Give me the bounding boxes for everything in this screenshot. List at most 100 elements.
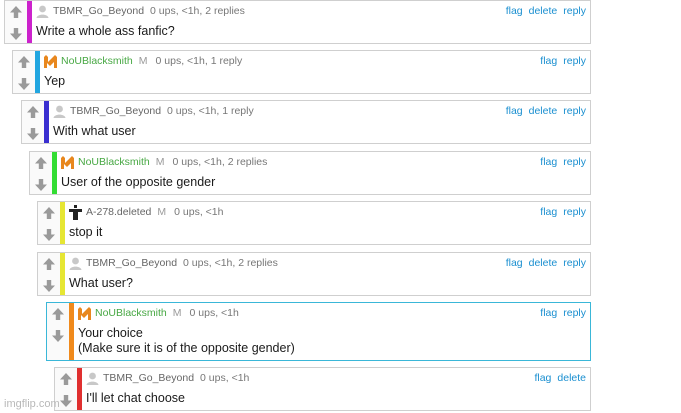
delete-link[interactable]: delete [529,257,558,269]
comment-text-line: I'll let chat choose [86,391,185,405]
flag-link[interactable]: flag [534,372,551,384]
upvote-arrow-icon[interactable] [40,254,58,274]
flag-link[interactable]: flag [506,105,523,117]
username-link[interactable]: NoUBlacksmith [95,307,167,319]
downvote-arrow-icon[interactable] [24,124,42,144]
depth-color-bar [60,202,65,244]
downvote-arrow-icon[interactable] [49,326,67,346]
comment-actions: flag delete [528,372,586,385]
flag-link[interactable]: flag [506,257,523,269]
comment-meta: 0 ups, <1h [174,206,224,218]
comment-meta: 0 ups, <1h, 2 replies [183,257,278,269]
depth-color-bar [69,303,74,360]
default-avatar-icon[interactable] [68,256,83,271]
comment-text-line: Yep [44,74,66,88]
upvote-arrow-icon[interactable] [49,304,67,324]
comment: TBMR_Go_Beyond 0 ups, <1h, 2 replies flag d… [37,252,591,296]
downvote-arrow-icon[interactable] [7,24,25,44]
reply-link[interactable]: reply [563,55,586,67]
username-link[interactable]: TBMR_Go_Beyond [103,372,194,384]
upvote-arrow-icon[interactable] [32,153,50,173]
comment-header: TBMR_Go_Beyond 0 ups, <1h, 2 replies [53,5,245,18]
depth-color-bar [77,368,82,410]
downvote-arrow-icon[interactable] [40,225,58,245]
flag-link[interactable]: flag [540,206,557,218]
delete-link[interactable]: delete [529,105,558,117]
comment-header: A-278.deleted M 0 ups, <1h [86,206,223,219]
comment-actions: flag delete reply [500,105,586,118]
vote-column [13,51,36,93]
reply-link[interactable]: reply [563,257,586,269]
depth-color-bar [52,152,57,194]
username-link[interactable]: TBMR_Go_Beyond [53,5,144,17]
upvote-arrow-icon[interactable] [24,102,42,122]
mod-badge: M [138,55,148,67]
username-link[interactable]: NoUBlacksmith [61,55,133,67]
downvote-arrow-icon[interactable] [57,391,75,411]
comment-actions: flag reply [534,156,586,169]
username-link[interactable]: TBMR_Go_Beyond [86,257,177,269]
comment-meta: 0 ups, <1h [189,307,239,319]
comment-meta: 0 ups, <1h, 2 replies [150,5,245,17]
comment-actions: flag reply [534,55,586,68]
depth-color-bar [35,51,40,93]
downvote-arrow-icon[interactable] [15,74,33,94]
default-avatar-icon[interactable] [85,371,100,386]
upvote-arrow-icon[interactable] [15,52,33,72]
upvote-arrow-icon[interactable] [57,369,75,389]
comment: TBMR_Go_Beyond 0 ups, <1h, 2 replies flag d… [4,0,591,44]
nou-avatar-icon[interactable] [43,54,58,69]
username-link[interactable]: TBMR_Go_Beyond [70,105,161,117]
comment-header: NoUBlacksmith M 0 ups, <1h, 1 reply [61,55,242,68]
flag-link[interactable]: flag [540,156,557,168]
username-link[interactable]: NoUBlacksmith [78,156,150,168]
reply-link[interactable]: reply [563,105,586,117]
comment-meta: 0 ups, <1h, 2 replies [172,156,268,168]
comment-text-line: Your choice [78,326,143,340]
delete-link[interactable]: delete [529,5,558,17]
comment-body: Your choice (Make sure it is of the oppos… [78,326,295,356]
comment-text-line: With what user [53,124,136,138]
depth-color-bar [44,101,49,143]
username-link[interactable]: A-278.deleted [86,206,151,218]
default-avatar-icon[interactable] [35,4,50,19]
vote-column [22,101,45,143]
comment-text-line: Write a whole ass fanfic? [36,24,175,38]
upvote-arrow-icon[interactable] [40,203,58,223]
depth-color-bar [60,253,65,295]
comment-meta: 0 ups, <1h [200,372,250,384]
comment-header: TBMR_Go_Beyond 0 ups, <1h, 2 replies [86,257,278,270]
comment: A-278.deleted M 0 ups, <1h flag reply stop it [37,201,591,245]
delete-link[interactable]: delete [557,372,586,384]
reply-link[interactable]: reply [563,307,586,319]
comment-body: stop it [69,225,102,240]
comment-actions: flag delete reply [500,257,586,270]
comment: NoUBlacksmith M 0 ups, <1h flag reply Your ch… [46,302,591,361]
flag-link[interactable]: flag [506,5,523,17]
flag-link[interactable]: flag [540,55,557,67]
vote-column [47,303,70,360]
comment-header: NoUBlacksmith M 0 ups, <1h, 2 replies [78,156,267,169]
downvote-arrow-icon[interactable] [40,276,58,296]
comment-body: I'll let chat choose [86,391,185,406]
nou-avatar-icon[interactable] [77,306,92,321]
vote-column [38,202,61,244]
comment-body: Write a whole ass fanfic? [36,24,175,39]
imgflip-watermark: imgflip.com [4,398,60,410]
reply-link[interactable]: reply [563,206,586,218]
comment-text-line: (Make sure it is of the opposite gender) [78,341,295,355]
reply-link[interactable]: reply [563,5,586,17]
upvote-arrow-icon[interactable] [7,2,25,22]
reply-link[interactable]: reply [563,156,586,168]
mod-badge: M [157,206,167,218]
comment-body: With what user [53,124,136,139]
comment: TBMR_Go_Beyond 0 ups, <1h flag delete I'll l… [54,367,591,411]
comment: TBMR_Go_Beyond 0 ups, <1h, 1 reply flag del… [21,100,591,144]
dark-figure-avatar-icon[interactable] [68,205,83,220]
nou-avatar-icon[interactable] [60,155,75,170]
comment-actions: flag reply [534,206,586,219]
comment-text-line: What user? [69,276,133,290]
default-avatar-icon[interactable] [52,104,67,119]
flag-link[interactable]: flag [540,307,557,319]
downvote-arrow-icon[interactable] [32,175,50,195]
